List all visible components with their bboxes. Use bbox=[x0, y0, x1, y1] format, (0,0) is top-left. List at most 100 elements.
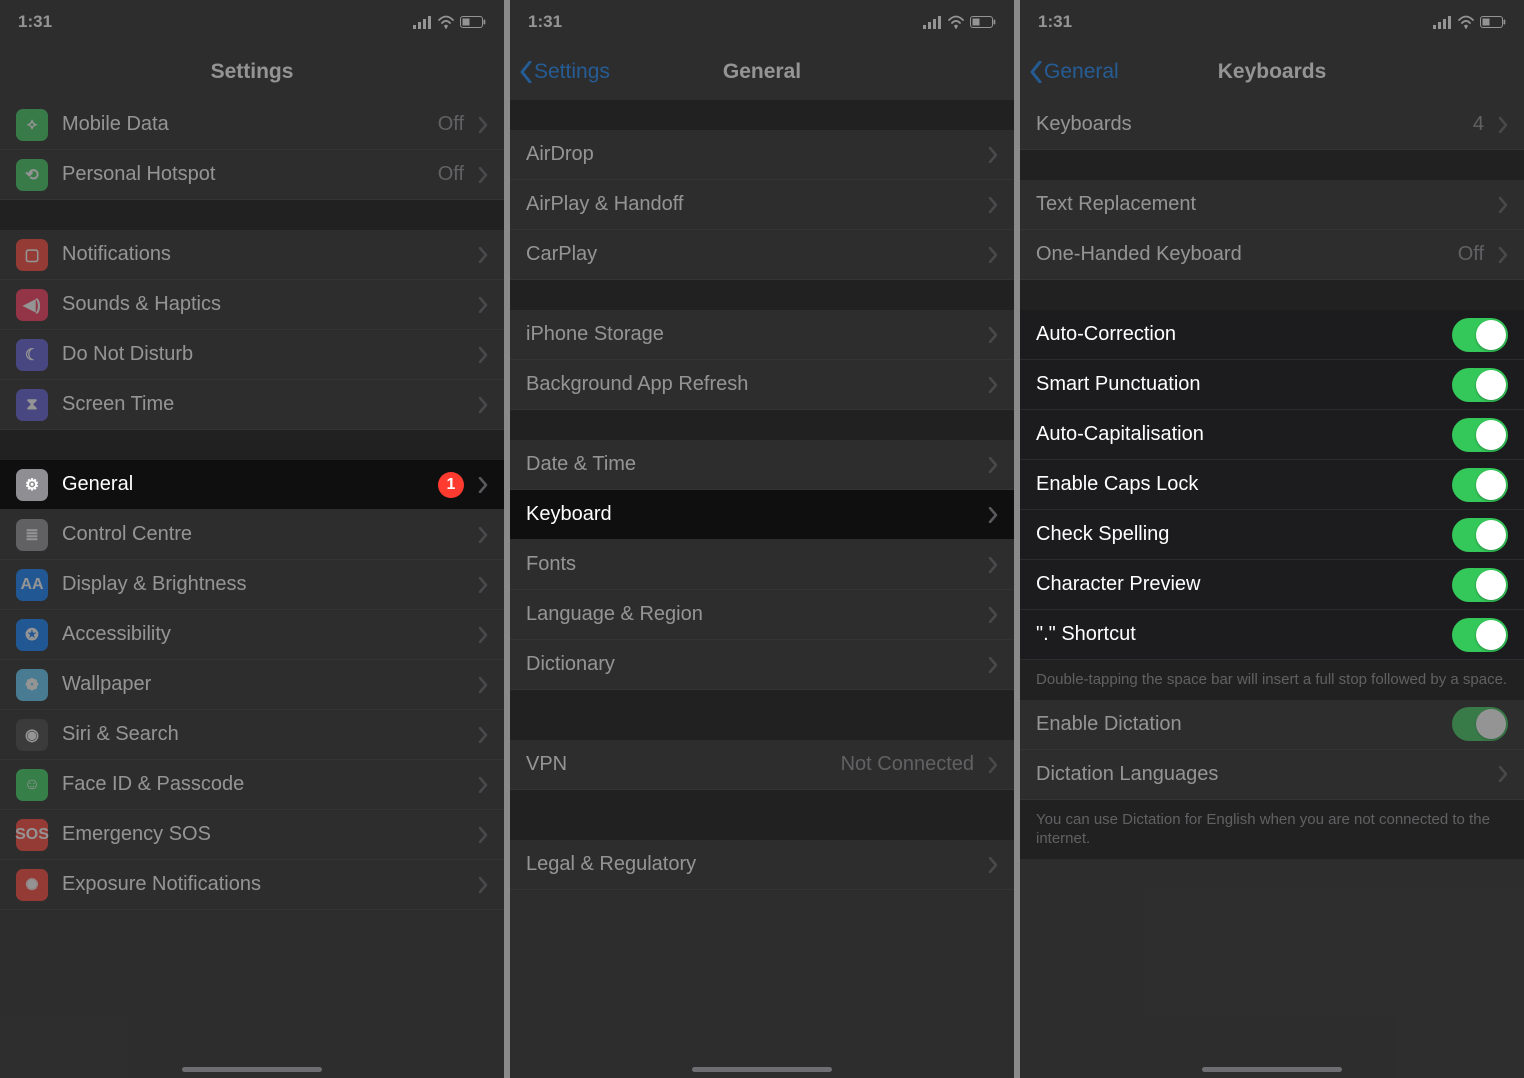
general-screen: 1:31 Settings General AirDrop AirPlay & … bbox=[510, 0, 1014, 1078]
row-label: Dictionary bbox=[526, 653, 974, 676]
row-display[interactable]: AA Display & Brightness bbox=[0, 560, 504, 610]
keyboards-list: Keyboards 4 Text Replacement One-Handed … bbox=[1020, 100, 1524, 859]
row-dnd[interactable]: ☾ Do Not Disturb bbox=[0, 330, 504, 380]
home-indicator[interactable] bbox=[1202, 1067, 1342, 1072]
link-icon: ⟲ bbox=[16, 159, 48, 191]
row-vpn[interactable]: VPN Not Connected bbox=[510, 740, 1014, 790]
row-spell[interactable]: Check Spelling bbox=[1020, 510, 1524, 560]
back-button[interactable]: General bbox=[1028, 60, 1119, 84]
row-carplay[interactable]: CarPlay bbox=[510, 230, 1014, 280]
row-keyboard[interactable]: Keyboard bbox=[510, 490, 1014, 540]
row-label: "." Shortcut bbox=[1036, 623, 1438, 646]
settings-screen: 1:31 Settings ⟡ Mobile Data Off ⟲ Person… bbox=[0, 0, 504, 1078]
row-label: Character Preview bbox=[1036, 573, 1438, 596]
row-onehand[interactable]: One-Handed Keyboard Off bbox=[1020, 230, 1524, 280]
row-label: Face ID & Passcode bbox=[62, 773, 464, 796]
row-label: Legal & Regulatory bbox=[526, 853, 974, 876]
wifi-icon bbox=[438, 15, 454, 29]
row-label: Keyboard bbox=[526, 503, 974, 526]
settings-list: ⟡ Mobile Data Off ⟲ Personal Hotspot Off… bbox=[0, 100, 504, 910]
row-siri[interactable]: ◉ Siri & Search bbox=[0, 710, 504, 760]
row-dictation[interactable]: Enable Dictation bbox=[1020, 700, 1524, 750]
row-storage[interactable]: iPhone Storage bbox=[510, 310, 1014, 360]
status-indicators bbox=[1433, 15, 1506, 29]
toggle-auto-correct[interactable] bbox=[1452, 318, 1508, 352]
row-airplay[interactable]: AirPlay & Handoff bbox=[510, 180, 1014, 230]
row-label: Enable Caps Lock bbox=[1036, 473, 1438, 496]
row-legal[interactable]: Legal & Regulatory bbox=[510, 840, 1014, 890]
row-mobile-data[interactable]: ⟡ Mobile Data Off bbox=[0, 100, 504, 150]
page-title: General bbox=[723, 60, 801, 84]
row-dot-shortcut[interactable]: "." Shortcut bbox=[1020, 610, 1524, 660]
toggle-auto-cap[interactable] bbox=[1452, 418, 1508, 452]
row-exposure[interactable]: ✺ Exposure Notifications bbox=[0, 860, 504, 910]
text-size-icon: AA bbox=[16, 569, 48, 601]
signal-icon bbox=[1433, 15, 1452, 29]
exposure-icon: ✺ bbox=[16, 869, 48, 901]
row-char-preview[interactable]: Character Preview bbox=[1020, 560, 1524, 610]
chevron-right-icon bbox=[988, 757, 998, 773]
row-notifications[interactable]: ▢ Notifications bbox=[0, 230, 504, 280]
row-label: Mobile Data bbox=[62, 113, 424, 136]
row-label: Wallpaper bbox=[62, 673, 464, 696]
toggle-char-preview[interactable] bbox=[1452, 568, 1508, 602]
faceid-icon: ☺︎ bbox=[16, 769, 48, 801]
row-dictionary[interactable]: Dictionary bbox=[510, 640, 1014, 690]
toggle-caps-lock[interactable] bbox=[1452, 468, 1508, 502]
row-screentime[interactable]: ⧗ Screen Time bbox=[0, 380, 504, 430]
row-smart-punct[interactable]: Smart Punctuation bbox=[1020, 360, 1524, 410]
row-keyboards-list[interactable]: Keyboards 4 bbox=[1020, 100, 1524, 150]
flower-icon: ❁ bbox=[16, 669, 48, 701]
row-refresh[interactable]: Background App Refresh bbox=[510, 360, 1014, 410]
speaker-icon: ◀) bbox=[16, 289, 48, 321]
row-text-repl[interactable]: Text Replacement bbox=[1020, 180, 1524, 230]
row-faceid[interactable]: ☺︎ Face ID & Passcode bbox=[0, 760, 504, 810]
battery-icon bbox=[970, 16, 996, 28]
row-accessibility[interactable]: ✪ Accessibility bbox=[0, 610, 504, 660]
row-fonts[interactable]: Fonts bbox=[510, 540, 1014, 590]
row-value: Not Connected bbox=[841, 753, 974, 776]
row-value: Off bbox=[438, 113, 464, 136]
row-dict-lang[interactable]: Dictation Languages bbox=[1020, 750, 1524, 800]
row-general[interactable]: ⚙︎ General 1 bbox=[0, 460, 504, 510]
chevron-right-icon bbox=[988, 457, 998, 473]
chevron-right-icon bbox=[1498, 117, 1508, 133]
back-button[interactable]: Settings bbox=[518, 60, 610, 84]
chevron-left-icon bbox=[518, 61, 532, 83]
row-control-centre[interactable]: ≣ Control Centre bbox=[0, 510, 504, 560]
gear-icon: ⚙︎ bbox=[16, 469, 48, 501]
chevron-right-icon bbox=[478, 777, 488, 793]
toggle-dictation[interactable] bbox=[1452, 707, 1508, 741]
chevron-right-icon bbox=[988, 607, 998, 623]
row-label: Exposure Notifications bbox=[62, 873, 464, 896]
row-wallpaper[interactable]: ❁ Wallpaper bbox=[0, 660, 504, 710]
row-auto-correct[interactable]: Auto-Correction bbox=[1020, 310, 1524, 360]
nav-header: Settings General bbox=[510, 44, 1014, 100]
home-indicator[interactable] bbox=[692, 1067, 832, 1072]
row-sos[interactable]: SOS Emergency SOS bbox=[0, 810, 504, 860]
row-label: Auto-Correction bbox=[1036, 323, 1438, 346]
toggle-smart-punct[interactable] bbox=[1452, 368, 1508, 402]
row-label: Notifications bbox=[62, 243, 464, 266]
toggle-spell[interactable] bbox=[1452, 518, 1508, 552]
toggle-dot-shortcut[interactable] bbox=[1452, 618, 1508, 652]
chevron-right-icon bbox=[1498, 197, 1508, 213]
row-airdrop[interactable]: AirDrop bbox=[510, 130, 1014, 180]
row-label: Background App Refresh bbox=[526, 373, 974, 396]
row-label: Do Not Disturb bbox=[62, 343, 464, 366]
row-langregion[interactable]: Language & Region bbox=[510, 590, 1014, 640]
row-label: Date & Time bbox=[526, 453, 974, 476]
row-auto-cap[interactable]: Auto-Capitalisation bbox=[1020, 410, 1524, 460]
chevron-right-icon bbox=[478, 117, 488, 133]
row-datetime[interactable]: Date & Time bbox=[510, 440, 1014, 490]
row-label: One-Handed Keyboard bbox=[1036, 243, 1444, 266]
chevron-right-icon bbox=[988, 377, 998, 393]
row-sounds[interactable]: ◀) Sounds & Haptics bbox=[0, 280, 504, 330]
row-label: General bbox=[62, 473, 424, 496]
toggles-icon: ≣ bbox=[16, 519, 48, 551]
row-hotspot[interactable]: ⟲ Personal Hotspot Off bbox=[0, 150, 504, 200]
page-title: Keyboards bbox=[1218, 60, 1327, 84]
row-label: Keyboards bbox=[1036, 113, 1459, 136]
row-caps-lock[interactable]: Enable Caps Lock bbox=[1020, 460, 1524, 510]
home-indicator[interactable] bbox=[182, 1067, 322, 1072]
